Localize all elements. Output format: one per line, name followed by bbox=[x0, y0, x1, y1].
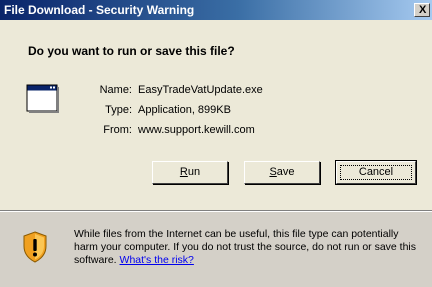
save-label: ave bbox=[276, 166, 295, 178]
separator-highlight bbox=[0, 211, 432, 212]
close-icon: X bbox=[419, 4, 427, 16]
run-button[interactable]: Run bbox=[152, 161, 228, 184]
save-button[interactable]: Save bbox=[244, 161, 320, 184]
cancel-button[interactable]: Cancel bbox=[335, 160, 417, 185]
shield-warning-icon bbox=[23, 231, 47, 263]
close-button[interactable]: X bbox=[414, 3, 430, 17]
application-window-icon bbox=[26, 84, 59, 113]
from-value: www.support.kewill.com bbox=[138, 124, 255, 136]
run-hotkey: R bbox=[179, 166, 188, 178]
focus-rectangle bbox=[340, 165, 412, 180]
type-label: Type: bbox=[105, 104, 132, 116]
title-bar[interactable]: File Download - Security Warning X bbox=[0, 0, 432, 20]
save-hotkey: S bbox=[269, 166, 277, 178]
name-value: EasyTradeVatUpdate.exe bbox=[138, 84, 263, 96]
from-label: From: bbox=[103, 124, 132, 136]
security-warning-text: While files from the Internet can be use… bbox=[74, 228, 424, 267]
type-value: Application, 899KB bbox=[138, 104, 231, 116]
window-title: File Download - Security Warning bbox=[4, 3, 195, 17]
whats-the-risk-link[interactable]: What's the risk? bbox=[120, 254, 194, 266]
name-label: Name: bbox=[99, 84, 132, 96]
dialog-question: Do you want to run or save this file? bbox=[28, 44, 235, 58]
run-label: un bbox=[187, 166, 201, 178]
